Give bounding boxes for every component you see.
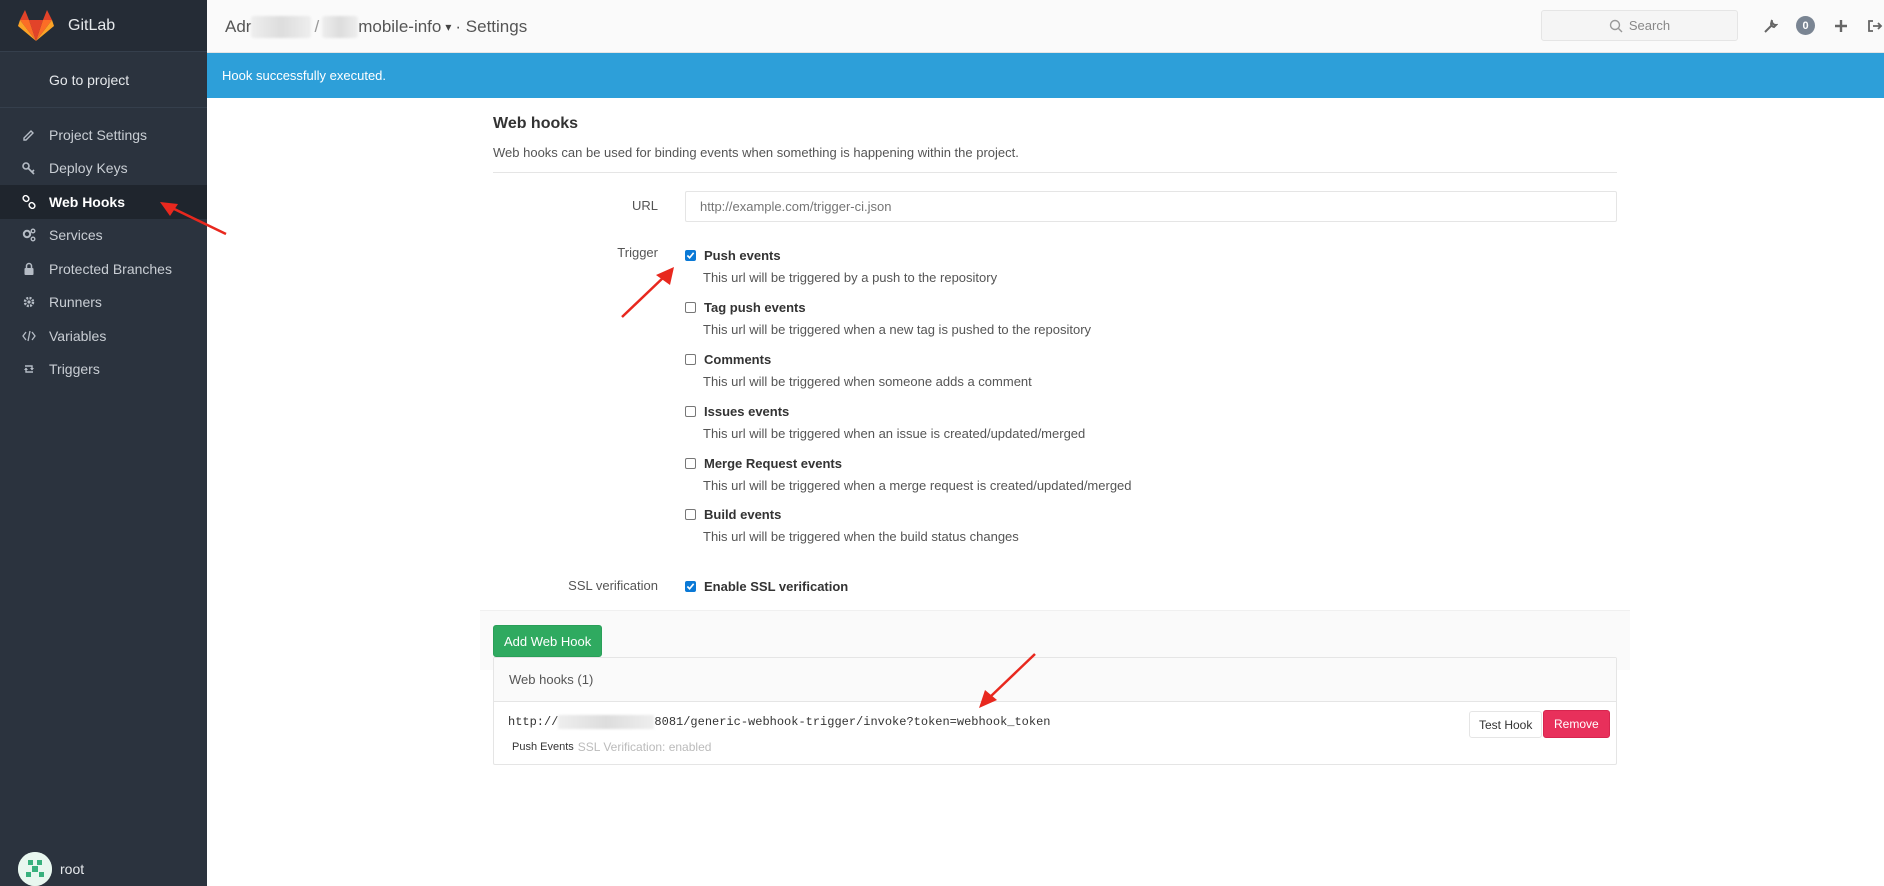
push-events-checkbox[interactable] <box>685 250 696 261</box>
sidebar: GitLab Go to project Project Settings De… <box>0 0 207 886</box>
trigger-build-events: Build events This url will be triggered … <box>685 507 1019 544</box>
sidebar-item-label: Deploy Keys <box>49 160 128 177</box>
page-description: Web hooks can be used for binding events… <box>493 145 1019 160</box>
trigger-label: Trigger <box>617 245 658 260</box>
page-title: Web hooks <box>493 115 579 132</box>
ssl-verification-label: SSL verification <box>568 578 658 593</box>
plus-icon[interactable] <box>1833 18 1849 34</box>
sidebar-item-label: Protected Branches <box>49 260 172 277</box>
breadcrumb-separator: / <box>314 17 320 36</box>
header-actions: 0 <box>1762 16 1884 35</box>
gear-icon <box>20 294 38 310</box>
build-events-checkbox[interactable] <box>685 509 696 520</box>
push-events-label[interactable]: Push events <box>704 248 781 263</box>
build-events-label[interactable]: Build events <box>704 507 781 522</box>
comments-label[interactable]: Comments <box>704 352 771 367</box>
wrench-icon[interactable] <box>1762 18 1778 34</box>
todos-badge[interactable]: 0 <box>1796 16 1815 35</box>
edit-icon <box>20 127 38 143</box>
search-input[interactable]: Search <box>1541 10 1738 41</box>
breadcrumb-project[interactable]: mobile-info <box>358 17 441 37</box>
hook-url-scheme: http:// <box>508 715 559 729</box>
code-icon <box>20 328 38 344</box>
flash-notice: Hook successfully executed. <box>207 53 1884 98</box>
redacted-host <box>558 715 655 729</box>
user-menu[interactable]: root <box>18 852 84 886</box>
sidebar-item-triggers[interactable]: Triggers <box>0 353 207 387</box>
redacted-project <box>322 16 359 38</box>
ssl-verification-option: Enable SSL verification <box>685 579 848 594</box>
cogs-icon <box>20 227 38 243</box>
trigger-push-events: Push events This url will be triggered b… <box>685 248 997 285</box>
merge-request-events-label[interactable]: Merge Request events <box>704 456 842 471</box>
sidebar-item-runners[interactable]: Runners <box>0 286 207 320</box>
trigger-merge-request-events: Merge Request events This url will be tr… <box>685 456 1132 493</box>
sidebar-item-web-hooks[interactable]: Web Hooks <box>0 185 207 219</box>
ssl-verification-checkbox[interactable] <box>685 581 696 592</box>
url-label: URL <box>631 198 658 213</box>
link-icon <box>20 194 38 210</box>
sidebar-item-label: Variables <box>49 327 107 344</box>
build-events-help: This url will be triggered when the buil… <box>703 529 1019 544</box>
ssl-status: SSL Verification: enabled <box>577 740 712 754</box>
sidebar-item-label: Triggers <box>49 361 100 378</box>
divider <box>493 172 1617 173</box>
breadcrumb: Adr / mobile-info ▾ · Settings <box>225 16 527 38</box>
issues-events-checkbox[interactable] <box>685 406 696 417</box>
sidebar-item-services[interactable]: Services <box>0 219 207 253</box>
search-icon <box>1609 19 1623 32</box>
sidebar-item-protected-branches[interactable]: Protected Branches <box>0 252 207 286</box>
breadcrumb-namespace[interactable]: Adr <box>225 17 251 37</box>
brand-name: GitLab <box>68 16 116 34</box>
tag-push-events-help: This url will be triggered when a new ta… <box>703 322 1092 337</box>
web-hooks-settings: Web hooks Web hooks can be used for bind… <box>493 98 1617 594</box>
hook-tags: Push Events SSL Verification: enabled <box>508 740 711 754</box>
brand[interactable]: GitLab <box>0 0 207 52</box>
tag-push-events-checkbox[interactable] <box>685 302 696 313</box>
merge-request-events-help: This url will be triggered when a merge … <box>703 478 1132 493</box>
sidebar-item-label: Runners <box>49 294 102 311</box>
sidebar-item-label: Services <box>49 227 103 244</box>
tag-push-events-label[interactable]: Tag push events <box>704 300 806 315</box>
lock-icon <box>20 261 38 277</box>
sign-out-icon[interactable] <box>1867 18 1883 34</box>
trigger-tag-push-events: Tag push events This url will be trigger… <box>685 300 1091 337</box>
merge-request-events-checkbox[interactable] <box>685 458 696 469</box>
web-hooks-list-heading: Web hooks (1) <box>494 658 1616 702</box>
sidebar-item-label: Project Settings <box>49 126 148 143</box>
url-input[interactable] <box>685 191 1617 222</box>
push-events-tag: Push Events <box>508 740 578 754</box>
trigger-comments: Comments This url will be triggered when… <box>685 352 1032 389</box>
go-to-project-link[interactable]: Go to project <box>0 52 207 108</box>
redacted-namespace <box>251 16 312 38</box>
issues-events-help: This url will be triggered when an issue… <box>703 426 1086 441</box>
ssl-verification-option-label[interactable]: Enable SSL verification <box>704 579 848 594</box>
sidebar-item-project-settings[interactable]: Project Settings <box>0 118 207 152</box>
trigger-issues-events: Issues events This url will be triggered… <box>685 404 1085 441</box>
breadcrumb-settings: · Settings <box>455 17 528 36</box>
test-hook-button[interactable]: Test Hook <box>1469 711 1543 738</box>
remove-hook-button[interactable]: Remove <box>1543 710 1610 738</box>
settings-nav: Project Settings Deploy Keys Web Hooks S… <box>0 108 207 386</box>
push-events-help: This url will be triggered by a push to … <box>703 270 998 285</box>
user-name: root <box>60 861 85 877</box>
search-placeholder: Search <box>1628 18 1671 33</box>
key-icon <box>20 160 38 176</box>
issues-events-label[interactable]: Issues events <box>704 404 789 419</box>
annotation-arrow-push-events <box>621 267 674 318</box>
sidebar-item-variables[interactable]: Variables <box>0 319 207 353</box>
comments-help: This url will be triggered when someone … <box>703 374 1032 389</box>
hook-url-path: 8081/generic-webhook-trigger/invoke?toke… <box>654 715 1051 729</box>
comments-checkbox[interactable] <box>685 354 696 365</box>
chevron-down-icon[interactable]: ▾ <box>445 20 451 34</box>
gitlab-logo-icon <box>18 9 54 41</box>
add-web-hook-button[interactable]: Add Web Hook <box>493 625 603 657</box>
sidebar-item-label: Web Hooks <box>49 193 125 210</box>
sidebar-item-deploy-keys[interactable]: Deploy Keys <box>0 152 207 186</box>
retweet-icon <box>20 361 38 377</box>
hook-url: http:// 8081/generic-webhook-trigger/inv… <box>508 715 1051 729</box>
top-header: Adr / mobile-info ▾ · Settings Search 0 <box>207 0 1884 53</box>
avatar <box>18 852 52 886</box>
web-hooks-list: Web hooks (1) http:// 8081/generic-webho… <box>493 657 1617 765</box>
